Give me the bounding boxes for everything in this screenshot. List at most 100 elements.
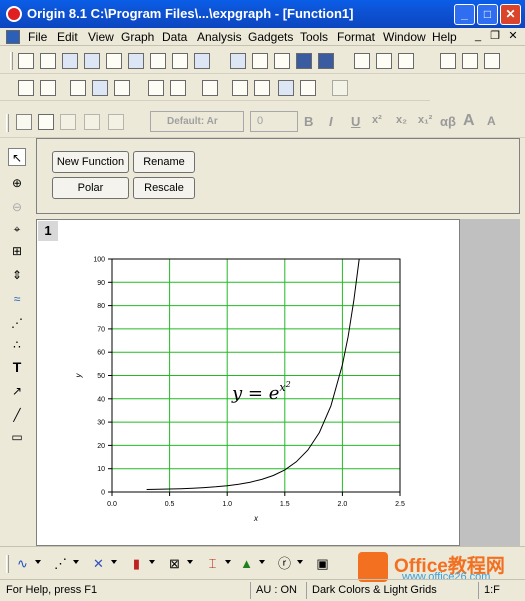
new-matrix-icon[interactable] [128,53,144,69]
mdi-minimize-button[interactable]: _ [470,29,486,44]
recalculate-icon[interactable] [18,80,34,96]
zoom-page-icon[interactable] [232,80,248,96]
results-log-icon[interactable] [462,53,478,69]
command-window-icon[interactable] [484,53,500,69]
new-workbook-icon[interactable] [62,53,78,69]
add-layer-icon[interactable] [170,80,186,96]
menu-gadgets[interactable]: Gadgets [248,30,293,44]
bold-button[interactable]: B [304,114,313,129]
data-reader-icon[interactable]: ⊞ [8,242,26,260]
scatter-points-icon[interactable]: ∴ [8,336,26,354]
rectangle-tool-icon[interactable]: ▭ [8,428,26,446]
polar-plot-icon[interactable]: ⓡ [276,556,293,572]
menu-format[interactable]: Format [337,30,375,44]
column-plot-icon[interactable]: ▮ [128,556,145,572]
save-template-icon[interactable] [318,53,334,69]
spreadsheet-icon[interactable] [254,80,270,96]
line-symbol-plot-icon[interactable]: ✕ [90,556,107,572]
open-template-icon[interactable] [252,53,268,69]
greek-button[interactable]: αβ [440,114,456,129]
toolbar-grip[interactable] [6,114,9,132]
screen-reader-icon[interactable]: ⌖ [8,220,26,238]
menu-analysis[interactable]: Analysis [197,30,242,44]
multi-panel-icon[interactable]: ⊠ [166,556,183,572]
new-graph-icon[interactable] [106,53,122,69]
data-selector-icon[interactable]: ⇕ [8,266,26,284]
minimize-button[interactable]: _ [454,4,475,25]
print-preview-icon[interactable] [92,80,108,96]
line-tool-icon[interactable]: ╱ [8,406,26,424]
open-icon[interactable] [230,53,246,69]
menu-help[interactable]: Help [432,30,457,44]
copy-page-icon[interactable] [114,80,130,96]
template-library-icon[interactable]: ▣ [314,556,331,572]
layer-number-badge[interactable]: 1 [38,221,58,241]
folder-open-icon[interactable] [38,114,54,130]
code-builder-icon[interactable] [148,80,164,96]
line-plot-icon[interactable]: ∿ [14,556,31,572]
import-multiple-icon[interactable] [376,53,392,69]
font-select[interactable]: Default: Ar [150,111,244,132]
mdi-close-button[interactable]: ✕ [505,29,521,44]
edit-text-icon[interactable] [16,114,32,130]
toolbar-grip[interactable] [6,555,9,573]
draw-data-icon[interactable]: ≈ [8,290,26,308]
underline-button[interactable]: U [351,114,360,129]
new-notes-icon[interactable] [194,53,210,69]
origin-app-icon[interactable] [6,6,22,22]
menu-window[interactable]: Window [383,30,426,44]
scatter-plot-icon[interactable]: ⋰ [52,556,69,572]
zoom-in-icon[interactable]: ⊕ [8,174,26,192]
new-layout-icon[interactable] [172,53,188,69]
chevron-down-icon[interactable] [297,560,303,564]
chevron-down-icon[interactable] [149,560,155,564]
layer-tree-icon[interactable] [202,80,218,96]
document-icon[interactable] [6,30,20,44]
new-function-button[interactable]: New Function [52,151,129,173]
mdi-restore-button[interactable]: ❐ [487,29,503,44]
superscript-button[interactable]: x² [372,114,382,126]
chevron-down-icon[interactable] [187,560,193,564]
subscript-button[interactable]: x₂ [396,114,407,126]
menu-view[interactable]: View [88,30,114,44]
arrow-tool-icon[interactable]: ↗ [8,382,26,400]
new-function-icon[interactable] [150,53,166,69]
area-plot-icon[interactable]: ▲ [238,556,255,572]
notes-window-icon[interactable] [278,80,294,96]
menu-graph[interactable]: Graph [121,30,154,44]
chevron-down-icon[interactable] [225,560,231,564]
font-size-select[interactable]: 0 [250,111,298,132]
settings-gear-icon[interactable] [300,80,316,96]
chevron-down-icon[interactable] [111,560,117,564]
mask-points-icon[interactable]: ⋰ [8,314,26,332]
new-worksheet-icon[interactable] [40,53,56,69]
menu-edit[interactable]: Edit [57,30,78,44]
italic-button[interactable]: I [329,114,333,129]
statistics-plot-icon[interactable]: ⌶ [204,556,221,572]
maximize-button[interactable]: □ [477,4,498,25]
rescale-button[interactable]: Rescale [133,177,195,199]
polar-button[interactable]: Polar [52,177,129,199]
toolbar-grip[interactable] [10,52,13,70]
chevron-down-icon[interactable] [73,560,79,564]
project-explorer-icon[interactable] [440,53,456,69]
formula-annotation[interactable]: y = ex2 [232,380,291,404]
menu-data[interactable]: Data [162,30,187,44]
new-project-icon[interactable] [18,53,34,69]
zoom-out-icon[interactable]: ⊖ [8,198,26,216]
new-excel-icon[interactable] [84,53,100,69]
decrease-font-button[interactable]: A [487,114,496,128]
print-icon[interactable] [70,80,86,96]
close-button[interactable]: ✕ [500,4,521,25]
save-project-icon[interactable] [296,53,312,69]
menu-file[interactable]: File [28,30,47,44]
increase-font-button[interactable]: A [463,112,475,130]
import-ascii-icon[interactable] [354,53,370,69]
chevron-down-icon[interactable] [35,560,41,564]
menu-tools[interactable]: Tools [300,30,328,44]
pointer-icon[interactable]: ↖ [8,148,26,166]
import-wizard-icon[interactable] [398,53,414,69]
chevron-down-icon[interactable] [259,560,265,564]
rename-button[interactable]: Rename [133,151,195,173]
text-tool-icon[interactable]: T [8,358,26,376]
